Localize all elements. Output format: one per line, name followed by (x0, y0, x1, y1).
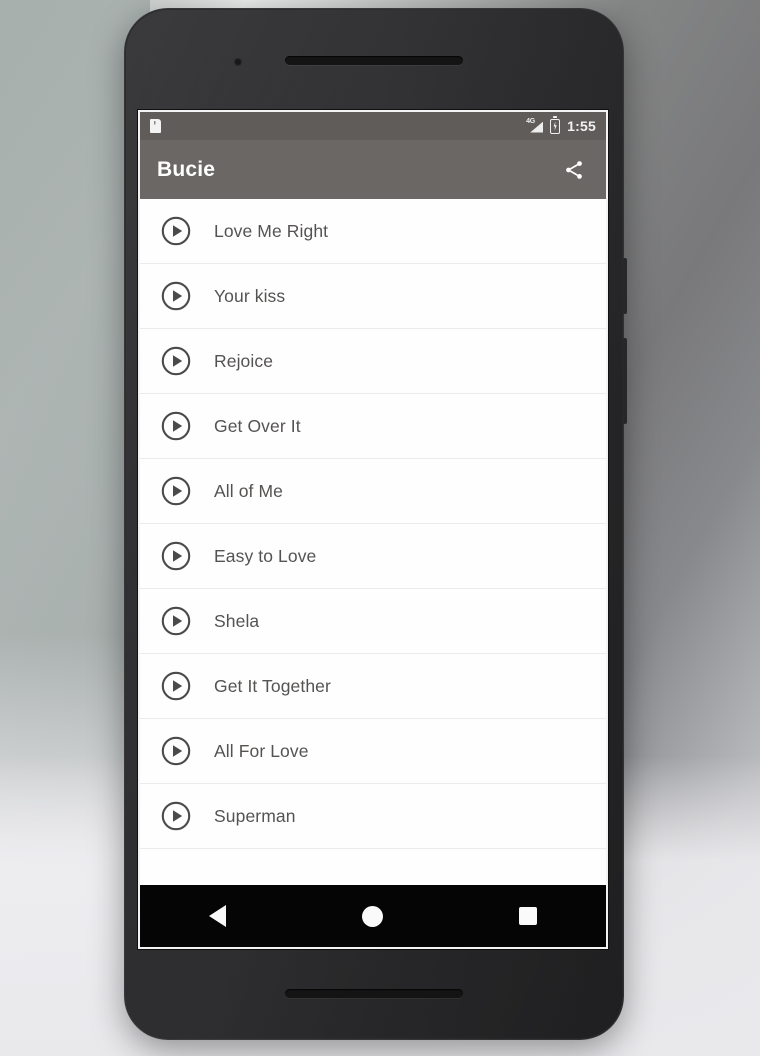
play-circle-icon (161, 476, 191, 506)
song-title: Get Over It (214, 415, 301, 436)
page-title: Bucie (157, 157, 216, 181)
share-button[interactable] (559, 155, 589, 185)
phone-device: 4G 1:55 Bucie Love Me Right Your kiss Re… (124, 8, 627, 1040)
app-bar: Bucie (140, 140, 606, 199)
share-icon (566, 160, 582, 179)
song-row[interactable]: Get It Together (140, 654, 606, 719)
sd-card-icon (150, 119, 161, 133)
play-circle-icon (161, 606, 191, 636)
status-bar: 4G 1:55 (140, 112, 606, 140)
volume-button[interactable] (623, 338, 627, 424)
play-circle-icon (161, 801, 191, 831)
back-button[interactable] (189, 896, 247, 936)
signal-bars-icon: 4G (526, 117, 544, 134)
recents-square-icon (519, 907, 538, 925)
home-circle-icon (362, 905, 384, 927)
earpiece-speaker (285, 56, 463, 65)
battery-charging-icon (550, 118, 561, 134)
song-row[interactable]: Your kiss (140, 264, 606, 329)
song-title: Your kiss (214, 285, 286, 306)
status-bar-clock: 1:55 (567, 118, 596, 134)
song-row-partial[interactable] (140, 849, 606, 882)
page-background: 4G 1:55 Bucie Love Me Right Your kiss Re… (0, 0, 760, 1056)
song-title: Get It Together (214, 675, 331, 696)
song-title: Easy to Love (214, 545, 317, 566)
navigation-bar (140, 885, 606, 947)
song-title: Superman (214, 805, 296, 826)
play-circle-icon (161, 736, 191, 766)
back-triangle-icon (209, 905, 227, 927)
power-button[interactable] (623, 258, 627, 314)
song-list[interactable]: Love Me Right Your kiss Rejoice Get Over It… (140, 199, 606, 947)
song-title: All For Love (214, 740, 309, 761)
song-row[interactable]: Get Over It (140, 394, 606, 459)
play-circle-icon (161, 281, 191, 311)
song-row[interactable]: Superman (140, 784, 606, 849)
song-title: Love Me Right (214, 220, 329, 241)
network-type-label: 4G (526, 117, 535, 125)
home-button[interactable] (344, 896, 402, 936)
phone-screen: 4G 1:55 Bucie Love Me Right Your kiss Re… (140, 112, 606, 947)
bottom-speaker (285, 989, 463, 998)
play-circle-icon (161, 411, 191, 441)
recents-button[interactable] (499, 896, 557, 936)
song-title: Rejoice (214, 350, 274, 371)
status-bar-right: 4G 1:55 (526, 117, 596, 135)
status-bar-left (150, 119, 161, 133)
play-circle-icon (161, 541, 191, 571)
song-row[interactable]: All of Me (140, 459, 606, 524)
song-row[interactable]: All For Love (140, 719, 606, 784)
song-row[interactable]: Shela (140, 589, 606, 654)
battery-bolt (553, 121, 557, 131)
song-row[interactable]: Rejoice (140, 329, 606, 394)
song-title: Shela (214, 610, 260, 631)
play-circle-icon (161, 671, 191, 701)
play-circle-icon (161, 346, 191, 376)
song-title: All of Me (214, 480, 283, 501)
play-circle-icon (161, 216, 191, 246)
front-camera (234, 58, 242, 66)
song-row[interactable]: Love Me Right (140, 199, 606, 264)
song-row[interactable]: Easy to Love (140, 524, 606, 589)
